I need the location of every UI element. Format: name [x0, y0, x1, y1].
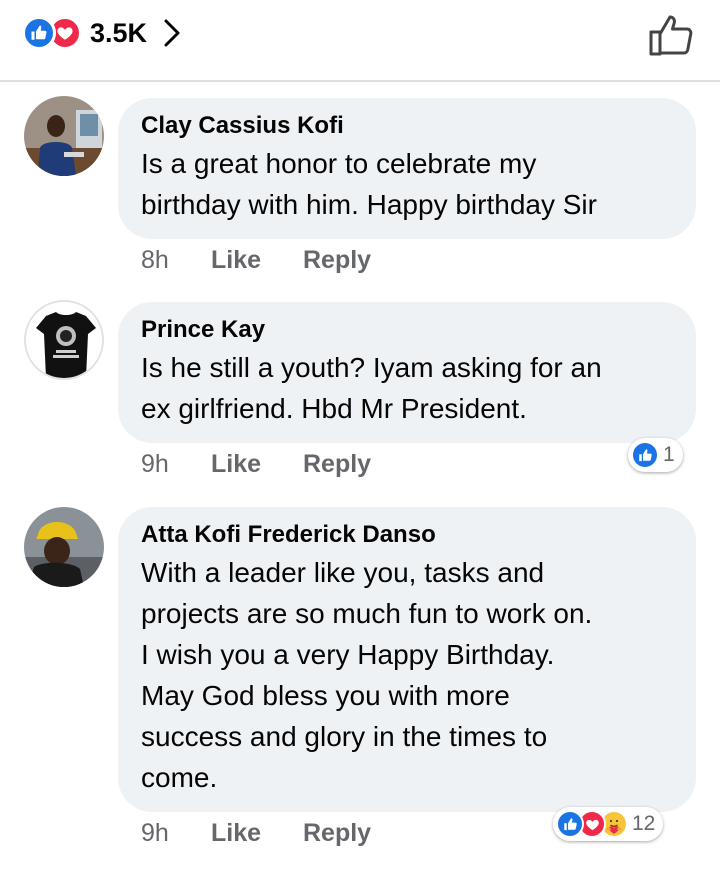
comment-text-line: success and glory in the times to: [141, 721, 548, 752]
comment-timestamp[interactable]: 9h: [141, 450, 211, 479]
comment-bubble: Atta Kofi Frederick Danso With a leader …: [118, 507, 696, 812]
reaction-count: 3.5K: [90, 17, 148, 48]
avatar[interactable]: [24, 96, 104, 176]
avatar[interactable]: [24, 300, 104, 380]
comment-reply-button[interactable]: Reply: [303, 246, 371, 275]
reaction-count: 1: [663, 443, 675, 466]
comment-bubble: Clay Cassius Kofi Is a great honor to ce…: [118, 98, 696, 239]
thumbs-up-outline-icon: [649, 15, 693, 56]
comment-author[interactable]: Prince Kay: [141, 316, 672, 344]
comment-text-line: May God bless you with more: [141, 680, 510, 711]
comment-author[interactable]: Atta Kofi Frederick Danso: [141, 521, 672, 549]
comment-text-line: birthday with him. Happy birthday Sir: [141, 189, 597, 220]
reactions-summary[interactable]: 3.5K: [22, 15, 181, 51]
like-icon: [556, 810, 584, 838]
like-icon: [631, 441, 659, 469]
avatar[interactable]: [24, 507, 104, 587]
comment-text-line: Is a great honor to celebrate my: [141, 148, 537, 179]
comment-text-line: ex girlfriend. Hbd Mr President.: [141, 393, 527, 424]
chevron-right-icon: [163, 19, 181, 47]
comment-like-button[interactable]: Like: [211, 450, 303, 479]
comment-text-line: With a leader like you, tasks and: [141, 557, 545, 588]
comment-text-line: Is he still a youth? Iyam asking for an: [141, 352, 602, 383]
like-icon: [22, 16, 56, 50]
comment-reactions[interactable]: 1: [628, 438, 683, 472]
comment-actions: 9h Like Reply: [141, 819, 371, 848]
reaction-count: 12: [632, 812, 656, 835]
like-post-button[interactable]: [648, 12, 694, 58]
comment-author[interactable]: Clay Cassius Kofi: [141, 112, 672, 140]
comment-like-button[interactable]: Like: [211, 246, 303, 275]
comment-text-line: I wish you a very Happy Birthday.: [141, 639, 555, 670]
comment-text-line: projects are so much fun to work on.: [141, 598, 593, 629]
reactions-header: 3.5K: [0, 0, 720, 82]
comment-timestamp[interactable]: 8h: [141, 246, 211, 275]
comment-actions: 9h Like Reply: [141, 450, 371, 479]
comment-like-button[interactable]: Like: [211, 819, 303, 848]
comment-reply-button[interactable]: Reply: [303, 450, 371, 479]
comment-timestamp[interactable]: 9h: [141, 819, 211, 848]
comment-reactions[interactable]: 12: [553, 807, 664, 841]
comment-text-line: come.: [141, 762, 218, 793]
comment-actions: 8h Like Reply: [141, 246, 371, 275]
comment-reply-button[interactable]: Reply: [303, 819, 371, 848]
comment-bubble: Prince Kay Is he still a youth? Iyam ask…: [118, 302, 696, 443]
